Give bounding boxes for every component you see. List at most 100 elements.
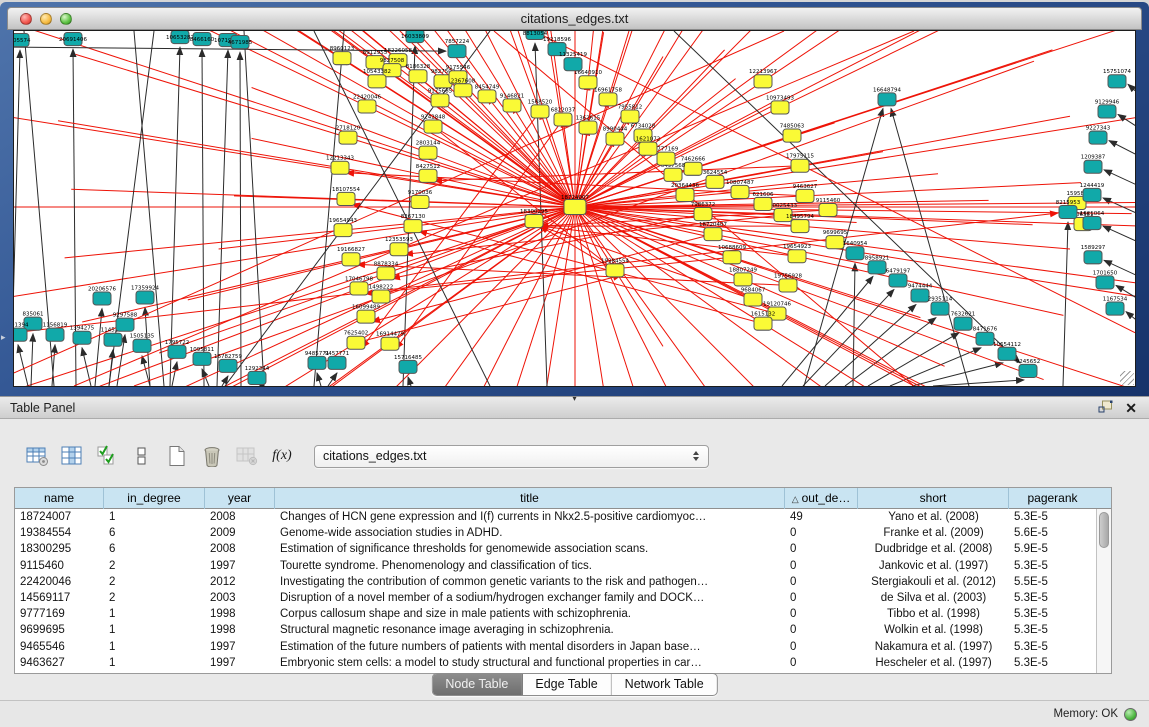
table-cell[interactable]: 9465546	[15, 639, 104, 655]
table-cell[interactable]: 5.5E-5	[1009, 574, 1096, 590]
graph-node[interactable]	[328, 356, 346, 369]
graph-node[interactable]	[1083, 188, 1101, 201]
show-column-icon[interactable]	[59, 443, 85, 469]
graph-node[interactable]	[419, 169, 437, 182]
graph-node[interactable]	[1084, 251, 1102, 264]
table-cell[interactable]: 2	[104, 590, 205, 606]
table-cell[interactable]: 9777169	[15, 606, 104, 622]
table-row[interactable]: 1938455462009Genome-wide association stu…	[15, 525, 1096, 541]
citation-network-graph[interactable]: 1872400718300295193845541221334384275121…	[14, 31, 1135, 386]
table-cell[interactable]: 5.3E-5	[1009, 590, 1096, 606]
graph-node[interactable]	[1019, 364, 1037, 377]
graph-node[interactable]	[133, 339, 151, 352]
table-cell[interactable]: Disruption of a novel member of a sodium…	[275, 590, 785, 606]
graph-node[interactable]	[878, 93, 896, 106]
close-panel-icon[interactable]: ✕	[1125, 401, 1137, 415]
graph-node[interactable]	[350, 282, 368, 295]
table-cell[interactable]: 9115460	[15, 558, 104, 574]
graph-node[interactable]	[911, 289, 929, 302]
table-cell[interactable]: 1	[104, 509, 205, 525]
select-rows-icon[interactable]	[94, 443, 120, 469]
table-cell[interactable]: 19384554	[15, 525, 104, 541]
column-header-short[interactable]: short	[858, 488, 1009, 509]
table-cell[interactable]: 0	[785, 655, 858, 671]
table-cell[interactable]: 5.9E-5	[1009, 541, 1096, 557]
table-cell[interactable]: Stergiakouli et al. (2012)	[858, 574, 1009, 590]
table-cell[interactable]: 5.3E-5	[1009, 655, 1096, 671]
table-cell[interactable]: 0	[785, 558, 858, 574]
graph-node[interactable]	[93, 292, 111, 305]
table-cell[interactable]: 1998	[205, 606, 275, 622]
graph-node[interactable]	[342, 253, 360, 266]
splitter-handle-icon[interactable]: ▾	[572, 395, 576, 403]
graph-node[interactable]	[554, 113, 572, 126]
graph-node[interactable]	[368, 75, 386, 88]
graph-node[interactable]	[954, 317, 972, 330]
column-header-out_de[interactable]: △out_de…	[785, 488, 858, 509]
graph-node[interactable]	[390, 243, 408, 256]
table-cell[interactable]: 2	[104, 574, 205, 590]
delete-table-icon[interactable]	[234, 443, 260, 469]
table-cell[interactable]: Estimation of the future numbers of pati…	[275, 639, 785, 655]
table-source-dropdown[interactable]: citations_edges.txt	[314, 445, 709, 468]
graph-node[interactable]	[791, 159, 809, 172]
graph-node[interactable]	[409, 70, 427, 83]
vertical-scrollbar[interactable]	[1096, 509, 1111, 673]
tab-node-table[interactable]: Node Table	[432, 674, 522, 695]
graph-node[interactable]	[976, 332, 994, 345]
table-cell[interactable]: Estimation of significance thresholds fo…	[275, 541, 785, 557]
table-cell[interactable]: Jankovic et al. (1997)	[858, 558, 1009, 574]
graph-node[interactable]	[448, 45, 466, 58]
graph-node[interactable]	[639, 142, 657, 155]
table-cell[interactable]: 0	[785, 622, 858, 638]
table-cell[interactable]: 1997	[205, 558, 275, 574]
table-row[interactable]: 969969511998Structural magnetic resonanc…	[15, 622, 1096, 638]
graph-node[interactable]	[358, 100, 376, 113]
table-cell[interactable]: Wolkin et al. (1998)	[858, 622, 1009, 638]
window-titlebar[interactable]: citations_edges.txt	[7, 7, 1142, 30]
graph-node[interactable]	[606, 264, 624, 277]
table-cell[interactable]: Changes of HCN gene expression and I(f) …	[275, 509, 785, 525]
table-cell[interactable]: 5.3E-5	[1009, 622, 1096, 638]
graph-node[interactable]	[503, 99, 521, 112]
graph-node[interactable]	[331, 161, 349, 174]
scrollbar-thumb[interactable]	[1099, 512, 1109, 548]
column-header-title[interactable]: title	[275, 488, 785, 509]
graph-node[interactable]	[372, 290, 390, 303]
table-cell[interactable]: Tourette syndrome. Phenomenology and cla…	[275, 558, 785, 574]
graph-node[interactable]	[219, 359, 237, 372]
graph-node[interactable]	[579, 121, 597, 134]
graph-node[interactable]	[104, 333, 122, 346]
graph-node[interactable]	[664, 168, 682, 181]
graph-node[interactable]	[337, 192, 355, 205]
table-row[interactable]: 977716911998Corpus callosum shape and si…	[15, 606, 1096, 622]
graph-node[interactable]	[377, 267, 395, 280]
graph-node[interactable]	[136, 291, 154, 304]
table-row[interactable]: 911546021997Tourette syndrome. Phenomeno…	[15, 558, 1096, 574]
table-cell[interactable]: 5.3E-5	[1009, 606, 1096, 622]
close-window-button[interactable]	[20, 13, 32, 25]
graph-node[interactable]	[248, 371, 266, 384]
table-row[interactable]: 1830029562008Estimation of significance …	[15, 541, 1096, 557]
minimize-window-button[interactable]	[40, 13, 52, 25]
table-cell[interactable]: Tibbo et al. (1998)	[858, 606, 1009, 622]
graph-node[interactable]	[731, 185, 749, 198]
table-options-icon[interactable]	[24, 443, 50, 469]
graph-node[interactable]	[347, 336, 365, 349]
graph-node[interactable]	[819, 203, 837, 216]
table-cell[interactable]: Hescheler et al. (1997)	[858, 655, 1009, 671]
tab-network-table[interactable]: Network Table	[612, 674, 717, 695]
table-cell[interactable]: 49	[785, 509, 858, 525]
table-cell[interactable]: 5.3E-5	[1009, 558, 1096, 574]
network-canvas[interactable]: 1872400718300295193845541221334384275121…	[13, 30, 1136, 387]
table-cell[interactable]: 1997	[205, 639, 275, 655]
float-panel-icon[interactable]	[1098, 400, 1113, 416]
table-cell[interactable]: 22420046	[15, 574, 104, 590]
graph-node[interactable]	[599, 93, 617, 106]
table-cell[interactable]: 18724007	[15, 509, 104, 525]
table-cell[interactable]: Dudbridge et al. (2008)	[858, 541, 1009, 557]
graph-node[interactable]	[525, 215, 543, 228]
graph-node[interactable]	[168, 345, 186, 358]
graph-node[interactable]	[704, 228, 722, 241]
table-cell[interactable]: 14569117	[15, 590, 104, 606]
